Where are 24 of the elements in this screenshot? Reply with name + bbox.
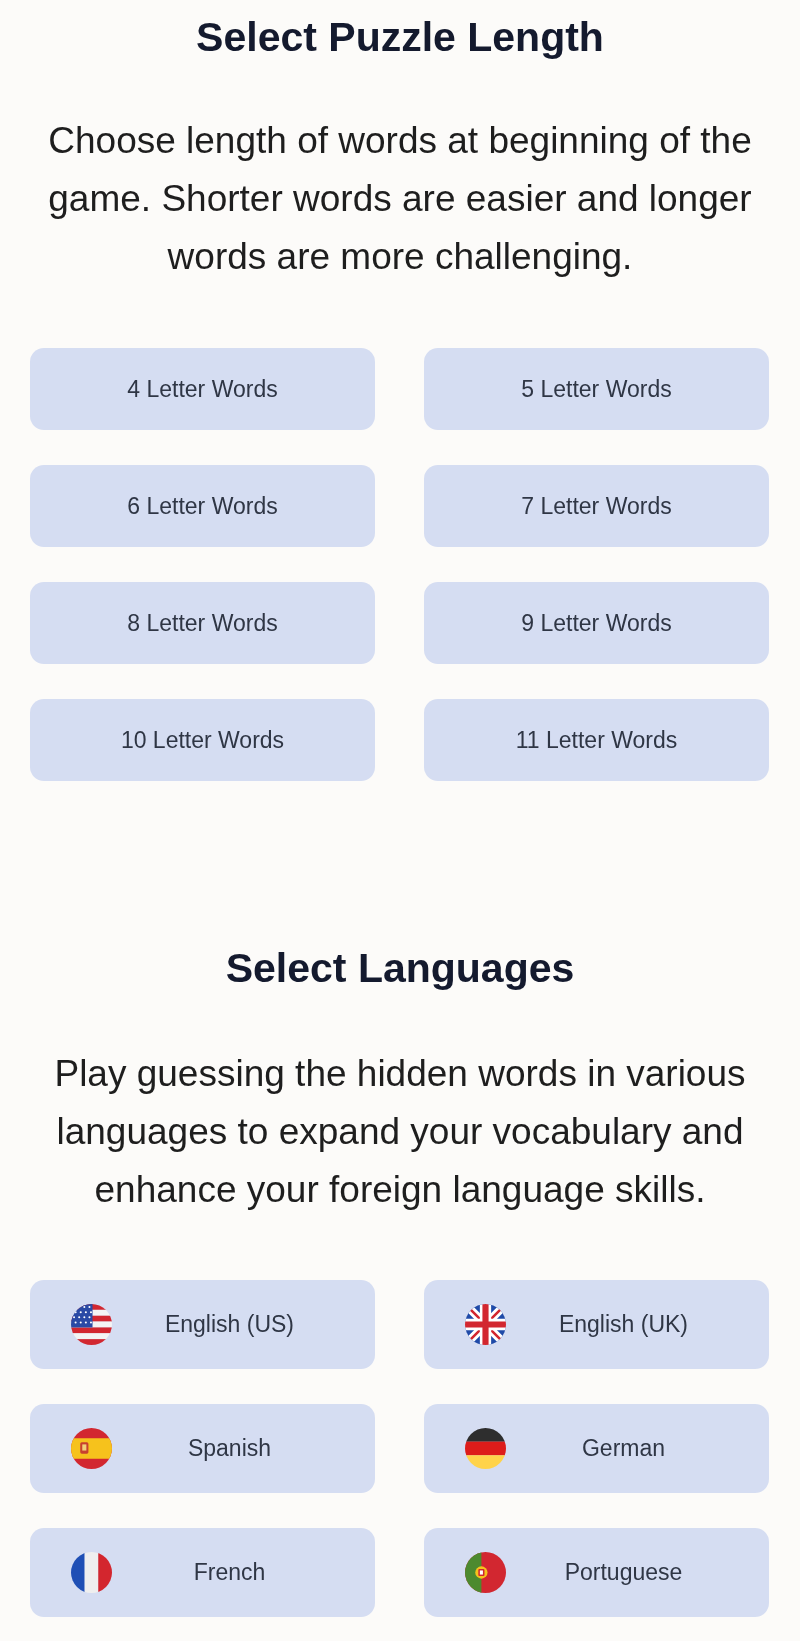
portugal-flag-icon <box>465 1552 506 1593</box>
word-length-button[interactable]: 4 Letter Words <box>30 348 375 430</box>
word-length-button[interactable]: 11 Letter Words <box>424 699 769 781</box>
word-length-button[interactable]: 8 Letter Words <box>30 582 375 664</box>
language-button[interactable]: French <box>30 1528 375 1617</box>
section-description: Play guessing the hidden words in various languages to expand your vocabulary and enhance your foreign language skills. <box>53 1052 747 1212</box>
section-title: Select Puzzle Length <box>196 13 604 61</box>
word-length-button[interactable]: 6 Letter Words <box>30 465 375 547</box>
spain-flag-icon <box>71 1428 112 1469</box>
word-length-button[interactable]: 10 Letter Words <box>30 699 375 781</box>
language-button[interactable]: English (UK) <box>424 1280 769 1369</box>
section-description: Choose length of words at beginning of the game. Shorter words are easier and longer words are more challenging. <box>47 119 753 279</box>
language-button[interactable]: Spanish <box>30 1404 375 1493</box>
language-button[interactable]: English (US) <box>30 1280 375 1369</box>
us-flag-icon <box>71 1304 112 1345</box>
word-length-button[interactable]: 5 Letter Words <box>424 348 769 430</box>
germany-flag-icon <box>465 1428 506 1469</box>
france-flag-icon <box>71 1552 112 1593</box>
uk-flag-icon <box>465 1304 506 1345</box>
word-length-button[interactable]: 7 Letter Words <box>424 465 769 547</box>
section-title: Select Languages <box>225 944 575 992</box>
language-button[interactable]: Portuguese <box>424 1528 769 1617</box>
language-button[interactable]: German <box>424 1404 769 1493</box>
word-length-button[interactable]: 9 Letter Words <box>424 582 769 664</box>
